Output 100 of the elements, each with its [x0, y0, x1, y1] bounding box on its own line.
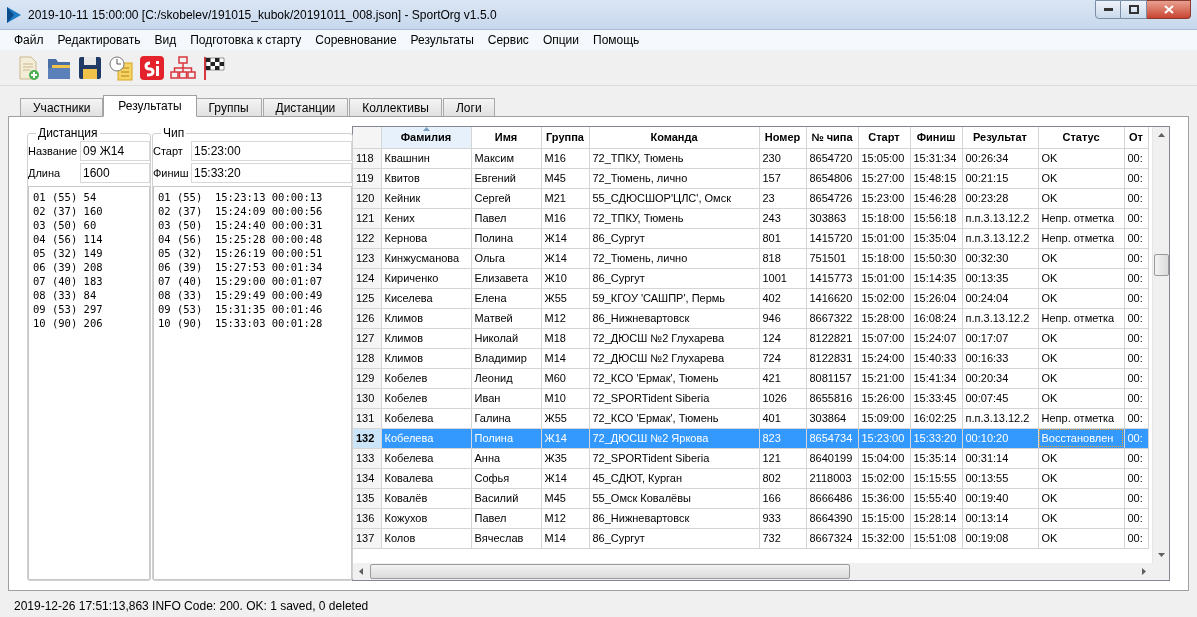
table-cell: Павел: [471, 208, 541, 228]
maximize-button[interactable]: [1121, 0, 1147, 19]
table-cell: 15:28:14: [910, 508, 962, 528]
table-cell: Непр. отметка: [1038, 308, 1124, 328]
table-cell: Ж35: [541, 448, 589, 468]
row-number[interactable]: 129: [353, 368, 381, 388]
row-number[interactable]: 120: [353, 188, 381, 208]
column-header[interactable]: Результат: [962, 127, 1038, 148]
table-cell: 946: [759, 308, 806, 328]
table-cell: 00:: [1124, 328, 1148, 348]
menu-item[interactable]: Опции: [536, 29, 585, 51]
table-cell: 15:46:28: [910, 188, 962, 208]
table-cell: 72_SPORTident Siberia: [589, 388, 759, 408]
tab[interactable]: Коллективы: [349, 98, 442, 117]
row-number[interactable]: 121: [353, 208, 381, 228]
split-line: 01 (55) 54: [33, 190, 98, 204]
table-cell: 00:: [1124, 408, 1148, 428]
table-cell: 1415773: [806, 268, 858, 288]
row-number[interactable]: 133: [353, 448, 381, 468]
table-cell: Ж14: [541, 468, 589, 488]
table-cell: 230: [759, 148, 806, 168]
table-cell: OK: [1038, 488, 1124, 508]
row-number[interactable]: 124: [353, 268, 381, 288]
close-button[interactable]: [1147, 0, 1191, 19]
menu-item[interactable]: Результаты: [404, 29, 480, 51]
table-cell: 157: [759, 168, 806, 188]
row-number[interactable]: 119: [353, 168, 381, 188]
row-number[interactable]: 128: [353, 348, 381, 368]
row-number[interactable]: 130: [353, 388, 381, 408]
table-cell: п.п.3.13.12.2: [962, 228, 1038, 248]
column-header[interactable]: Имя: [471, 127, 541, 148]
column-header[interactable]: От: [1124, 127, 1148, 148]
text-field[interactable]: 1600: [80, 163, 150, 183]
column-header[interactable]: № чипа: [806, 127, 858, 148]
column-header[interactable]: Статус: [1038, 127, 1124, 148]
row-number[interactable]: 123: [353, 248, 381, 268]
table-cell: 15:33:45: [910, 388, 962, 408]
tab[interactable]: Результаты: [103, 95, 197, 117]
table-cell: 72_Тюмень, лично: [589, 168, 759, 188]
table-cell: 72_ТПКУ, Тюмень: [589, 148, 759, 168]
column-header[interactable]: Номер: [759, 127, 806, 148]
table-cell: 8664390: [806, 508, 858, 528]
menu-item[interactable]: Редактировать: [51, 29, 147, 51]
table-cell: 15:35:04: [910, 228, 962, 248]
menu-item[interactable]: Вид: [148, 29, 183, 51]
menu-item[interactable]: Файл: [8, 29, 50, 51]
table-cell: 8654806: [806, 168, 858, 188]
table-cell: М18: [541, 328, 589, 348]
scroll-thumb[interactable]: [1153, 254, 1169, 276]
column-header[interactable]: Старт: [858, 127, 910, 148]
row-number[interactable]: 134: [353, 468, 381, 488]
table-cell: Ж10: [541, 268, 589, 288]
table-cell: 1415720: [806, 228, 858, 248]
scroll-thumb[interactable]: [370, 564, 850, 579]
column-header[interactable]: Команда: [589, 127, 759, 148]
table-cell: Иван: [471, 388, 541, 408]
si-icon[interactable]: [138, 53, 166, 82]
table-cell: 15:48:15: [910, 168, 962, 188]
table-cell: 00:19:40: [962, 488, 1038, 508]
table-cell: 16:08:24: [910, 308, 962, 328]
row-number[interactable]: 126: [353, 308, 381, 328]
table-cell: 801: [759, 228, 806, 248]
text-field[interactable]: 15:33:20: [191, 163, 352, 183]
table-cell: 1416620: [806, 288, 858, 308]
minimize-button[interactable]: [1095, 0, 1121, 19]
table-cell: 15:23:00: [858, 188, 910, 208]
table-cell: 00:: [1124, 308, 1148, 328]
table-cell: 00:: [1124, 468, 1148, 488]
row-number[interactable]: 118: [353, 148, 381, 168]
table-cell: 00:13:35: [962, 268, 1038, 288]
menu-item[interactable]: Подготовка к старту: [184, 29, 308, 51]
table-cell: п.п.3.13.12.2: [962, 308, 1038, 328]
table-cell: OK: [1038, 188, 1124, 208]
row-number[interactable]: 132: [353, 428, 381, 448]
text-field[interactable]: 15:23:00: [191, 141, 352, 161]
menu-item[interactable]: Сервис: [481, 29, 535, 51]
menu-item[interactable]: Помощь: [587, 29, 646, 51]
row-number[interactable]: 125: [353, 288, 381, 308]
horizontal-scrollbar[interactable]: [353, 563, 1169, 580]
table-cell: 45_СДЮТ, Курган: [589, 468, 759, 488]
text-field[interactable]: 09 Ж14: [80, 141, 150, 161]
vertical-scrollbar[interactable]: [1152, 127, 1169, 563]
table-cell: 00:: [1124, 188, 1148, 208]
menu-item[interactable]: Соревнование: [309, 29, 403, 51]
row-number[interactable]: 137: [353, 528, 381, 548]
row-number[interactable]: 122: [353, 228, 381, 248]
row-number[interactable]: 131: [353, 408, 381, 428]
row-number[interactable]: 135: [353, 488, 381, 508]
table-cell: Кобелева: [381, 408, 471, 428]
column-header[interactable]: Группа: [541, 127, 589, 148]
row-number[interactable]: 127: [353, 328, 381, 348]
table-cell: 72_КСО 'Ермак', Тюмень: [589, 408, 759, 428]
table-cell: Ж55: [541, 408, 589, 428]
table-cell: Вячеслав: [471, 528, 541, 548]
column-header[interactable]: Фамилия: [381, 127, 471, 148]
column-header[interactable]: Финиш: [910, 127, 962, 148]
table-cell: Кейник: [381, 188, 471, 208]
table-cell: 72_ДЮСШ №2 Яркова: [589, 428, 759, 448]
network-icon[interactable]: [169, 53, 197, 82]
row-number[interactable]: 136: [353, 508, 381, 528]
